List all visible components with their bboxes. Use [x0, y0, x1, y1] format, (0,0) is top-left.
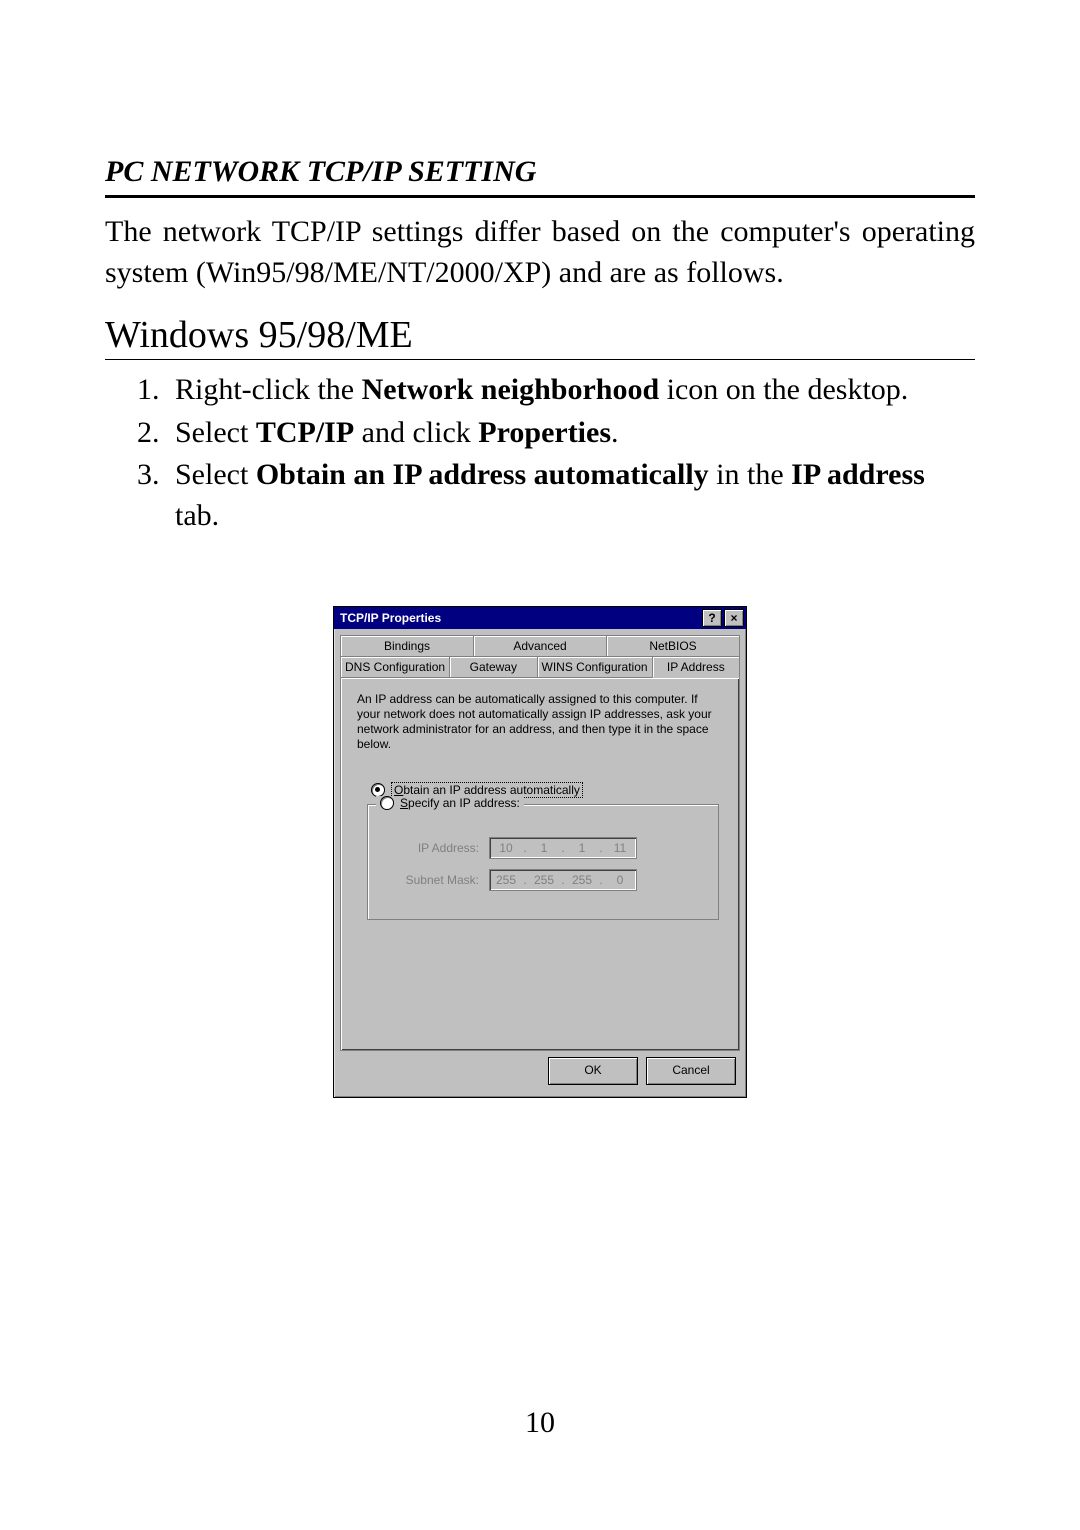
radio-specify-ip[interactable]: Specify an IP address:	[376, 796, 524, 810]
subnet-mask-input: 255. 255. 255. 0	[489, 869, 637, 891]
step-item: Select TCP/IP and click Properties.	[167, 413, 975, 454]
page-number: 10	[0, 1406, 1080, 1440]
specify-ip-group: Specify an IP address: IP Address: 10. 1…	[367, 804, 719, 920]
radio-icon	[380, 796, 394, 810]
dialog-screenshot: TCP/IP Properties ? × Bindings Advanced …	[105, 606, 975, 1098]
tab-strip: Bindings Advanced NetBIOS DNS Configurat…	[334, 629, 746, 677]
panel-description: An IP address can be automatically assig…	[357, 692, 723, 752]
step-item: Select Obtain an IP address automaticall…	[167, 455, 975, 536]
ok-button[interactable]: OK	[548, 1057, 638, 1085]
tab-ip-address[interactable]: IP Address	[652, 656, 740, 678]
steps-list: Right-click the Network neighborhood ico…	[105, 370, 975, 536]
ip-address-field: IP Address: 10. 1. 1. 11	[384, 837, 702, 859]
tab-panel-ip-address: An IP address can be automatically assig…	[340, 677, 740, 1051]
intro-paragraph: The network TCP/IP settings differ based…	[105, 212, 975, 293]
section-title: PC NETWORK TCP/IP SETTING	[105, 155, 975, 189]
radio-label: Specify an IP address:	[400, 796, 520, 810]
tab-gateway[interactable]: Gateway	[449, 656, 537, 677]
radio-icon	[371, 783, 385, 797]
dialog-title: TCP/IP Properties	[340, 611, 700, 625]
subsection-heading: Windows 95/98/ME	[105, 313, 975, 360]
tab-wins-configuration[interactable]: WINS Configuration	[537, 656, 653, 677]
tab-netbios[interactable]: NetBIOS	[606, 635, 740, 656]
subnet-mask-field: Subnet Mask: 255. 255. 255. 0	[384, 869, 702, 891]
ip-address-input: 10. 1. 1. 11	[489, 837, 637, 859]
step-item: Right-click the Network neighborhood ico…	[167, 370, 975, 411]
ip-address-label: IP Address:	[384, 841, 489, 855]
tab-dns-configuration[interactable]: DNS Configuration	[340, 656, 450, 677]
tab-advanced[interactable]: Advanced	[473, 635, 607, 656]
cancel-button[interactable]: Cancel	[646, 1057, 736, 1085]
help-icon[interactable]: ?	[702, 609, 722, 627]
tab-bindings[interactable]: Bindings	[340, 635, 474, 656]
document-page: PC NETWORK TCP/IP SETTING The network TC…	[0, 0, 1080, 1530]
subnet-mask-label: Subnet Mask:	[384, 873, 489, 887]
dialog-button-row: OK Cancel	[334, 1057, 746, 1097]
tcpip-properties-dialog: TCP/IP Properties ? × Bindings Advanced …	[333, 606, 747, 1098]
dialog-titlebar[interactable]: TCP/IP Properties ? ×	[334, 607, 746, 629]
section-rule	[105, 195, 975, 198]
close-icon[interactable]: ×	[724, 609, 744, 627]
